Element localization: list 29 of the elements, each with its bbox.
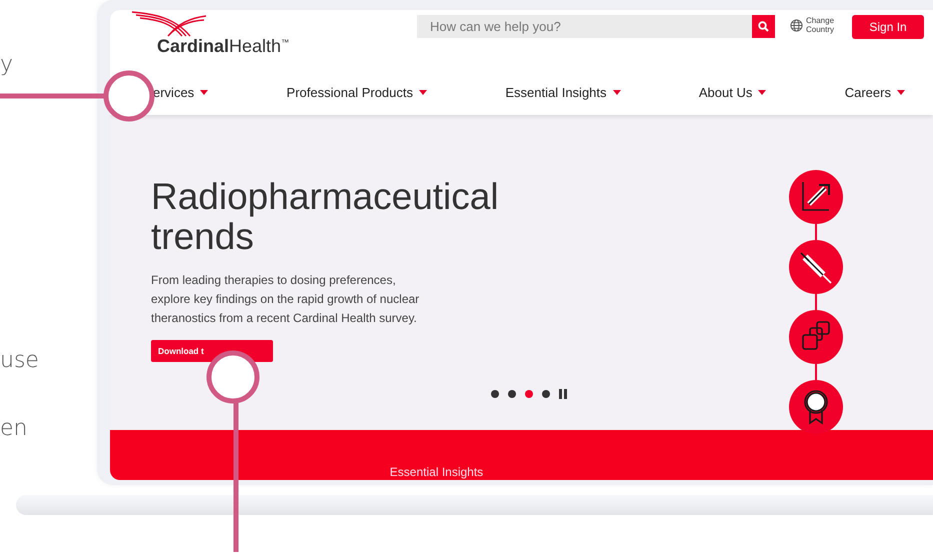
caret-icon [896,90,905,95]
caret-icon [419,90,427,95]
caret-icon [200,90,208,95]
carousel-dot[interactable] [491,390,499,398]
carousel-dot[interactable] [542,390,550,398]
logo-icon [130,10,208,38]
change-country-link[interactable]: Change Country [806,16,834,34]
search-icon [758,21,769,32]
caret-icon [758,90,766,95]
nav-menu-item[interactable]: ervices [153,85,208,100]
search-field[interactable]: How can we help you? [417,15,752,38]
globe-icon[interactable] [790,18,803,32]
nav-menu-item[interactable]: Professional Products [286,85,427,100]
nav-menu-item[interactable]: Essential Insights [505,85,621,100]
side-text: en [0,416,28,442]
side-text: y [0,52,14,78]
nav-menu-item[interactable]: About Us [698,85,766,100]
nav-menu-item[interactable]: Careers [844,85,905,100]
hero-description: From leading therapies to dosing preferences, explore key findings on the rapid growth of nuclear theranostics from a recent Cardinal Health survey. [151,272,420,327]
caret-icon [612,90,621,95]
carousel-dot[interactable] [525,390,533,398]
hero-title: Radiopharmaceutical trends [151,177,499,257]
pause-icon[interactable] [559,389,567,399]
brand-name[interactable]: CardinalHealth$^{™}$ [157,36,290,57]
carousel-dot[interactable] [508,390,516,398]
sign-in-button[interactable]: Sign In [852,15,924,39]
download-button[interactable]: Download t [151,340,206,362]
side-text: use [0,348,39,374]
search-button[interactable] [752,15,775,38]
